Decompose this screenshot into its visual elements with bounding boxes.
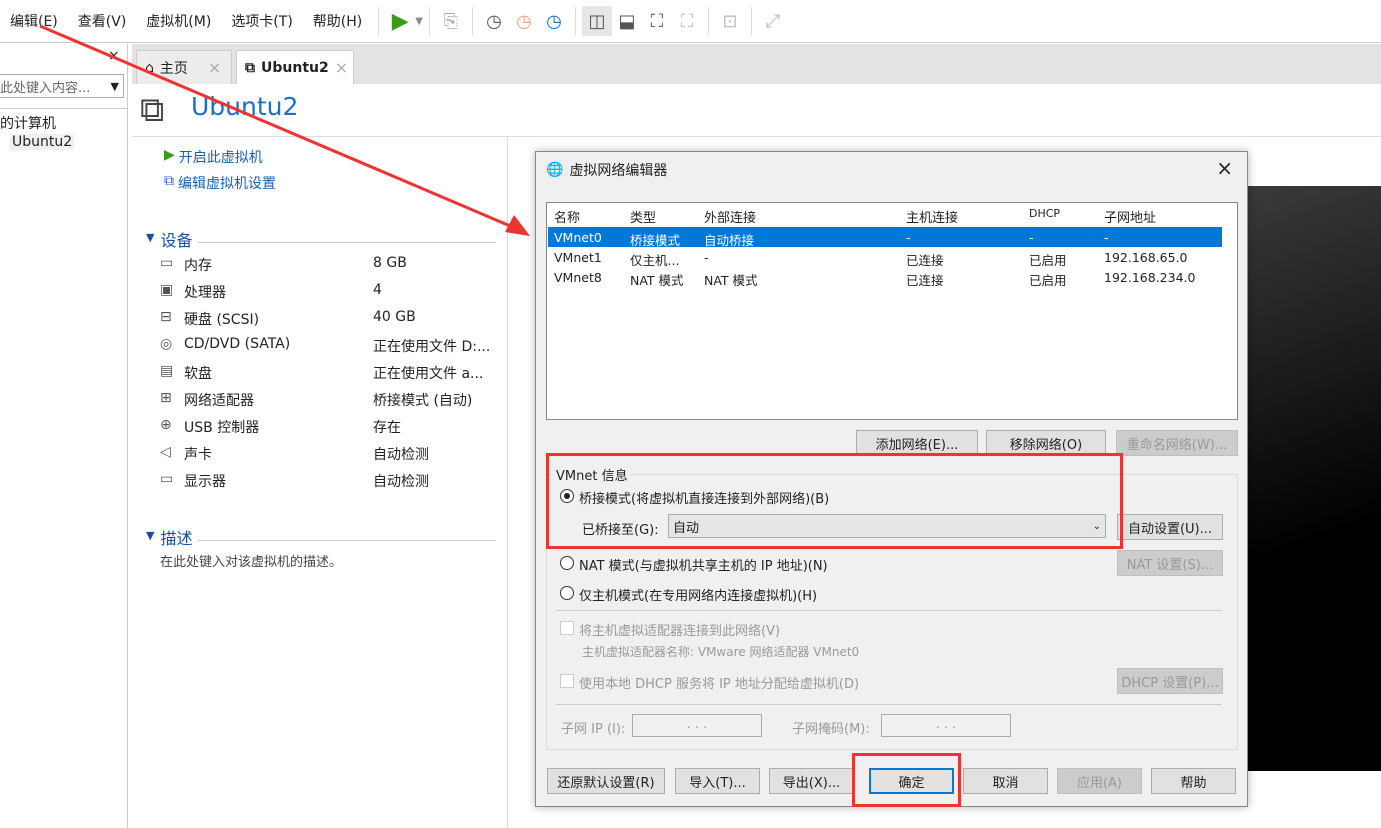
annotation-arrow — [39, 24, 530, 236]
